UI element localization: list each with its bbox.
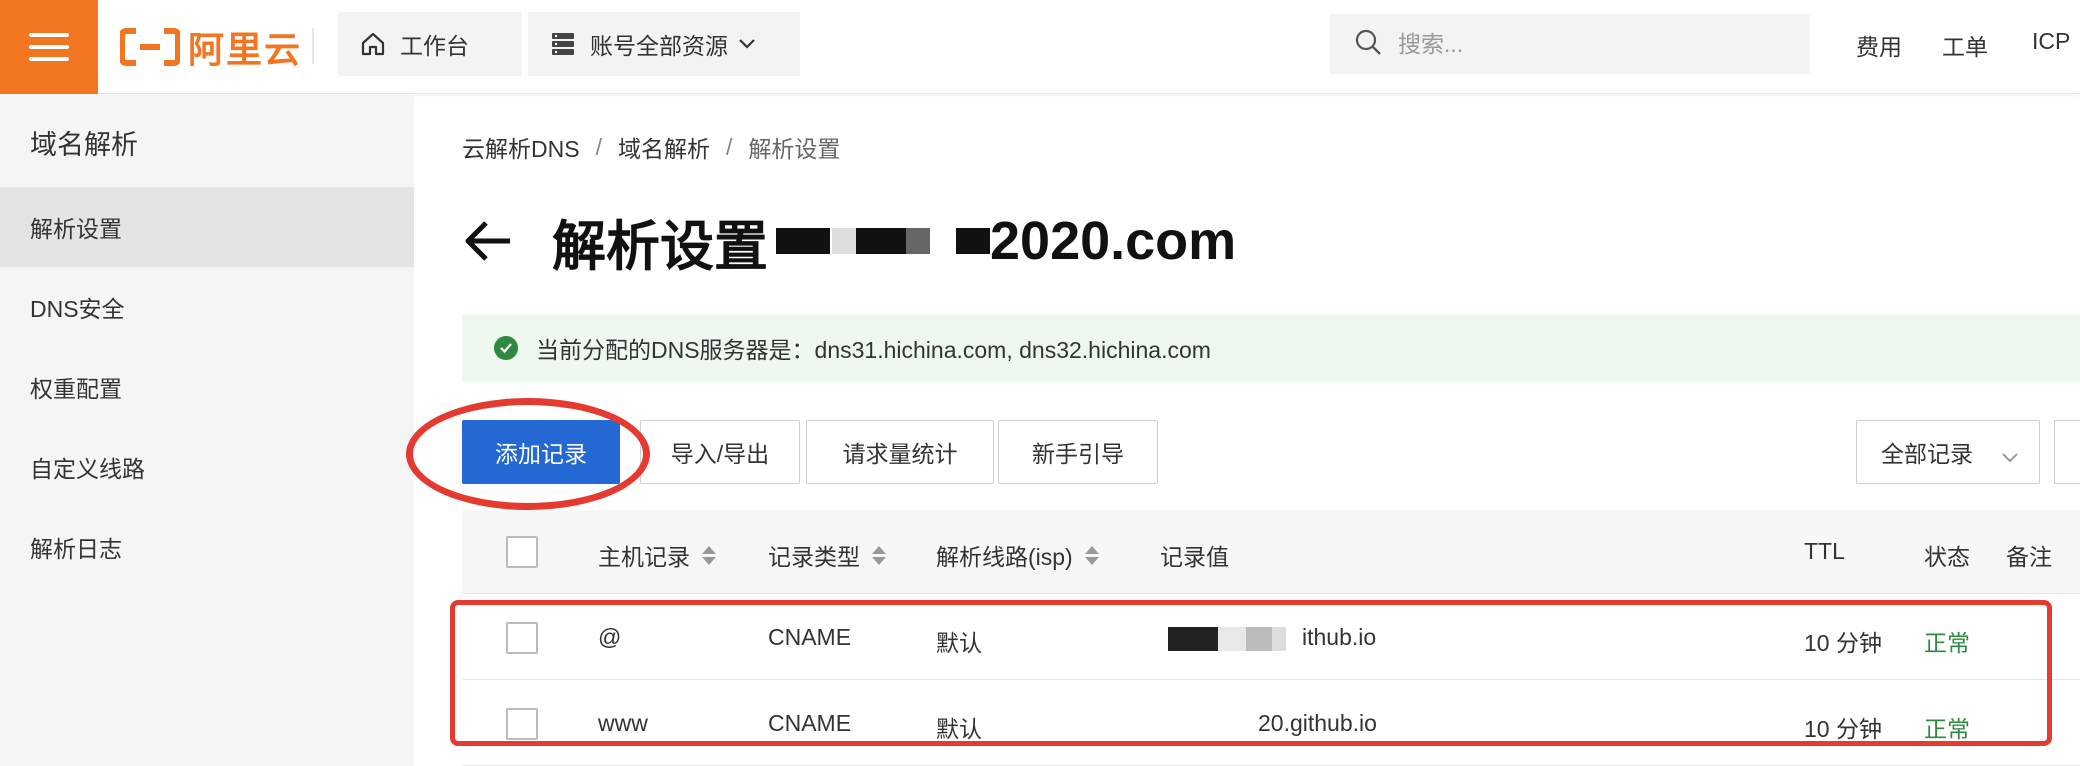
server-icon bbox=[550, 31, 576, 57]
sidebar-item-weight-config[interactable]: 权重配置 bbox=[0, 347, 414, 427]
column-host-label: 主机记录 bbox=[598, 544, 690, 570]
add-record-button[interactable]: 添加记录 bbox=[462, 420, 620, 484]
aliyun-logo-icon bbox=[120, 28, 180, 66]
icp-link[interactable]: ICP bbox=[2032, 28, 2070, 55]
redacted-block bbox=[832, 228, 856, 254]
column-type[interactable]: 记录类型 bbox=[768, 538, 886, 572]
redacted-block bbox=[956, 228, 990, 254]
home-icon bbox=[360, 31, 386, 57]
check-circle-icon bbox=[494, 336, 518, 360]
cell-type: CNAME bbox=[768, 624, 852, 650]
table-header: 主机记录 记录类型 解析线路(isp) 记录值 TTL 状态 备注 bbox=[462, 510, 2080, 594]
breadcrumb: 云解析DNS / 域名解析 / 解析设置 bbox=[462, 130, 840, 164]
request-stats-button[interactable]: 请求量统计 bbox=[806, 420, 994, 484]
search-field-edge[interactable] bbox=[2054, 420, 2080, 484]
sidebar-item-custom-lines[interactable]: 自定义线路 bbox=[0, 427, 414, 507]
workbench-button[interactable]: 工作台 bbox=[338, 12, 522, 76]
sidebar-title: 域名解析 bbox=[30, 130, 138, 160]
redacted-block bbox=[856, 228, 906, 254]
dns-server-notice: 当前分配的DNS服务器是：dns31.hichina.com, dns32.hi… bbox=[462, 314, 2080, 382]
record-filter-dropdown[interactable]: 全部记录 bbox=[1856, 420, 2040, 484]
redacted-block bbox=[906, 228, 930, 254]
divider bbox=[312, 28, 314, 64]
chevron-down-icon bbox=[738, 38, 756, 50]
table-row: www CNAME 默认 20.github.io 10 分钟 正常 bbox=[462, 680, 2080, 766]
beginner-guide-button[interactable]: 新手引导 bbox=[998, 420, 1158, 484]
sort-icon bbox=[1084, 545, 1099, 565]
sidebar-item-label: DNS安全 bbox=[30, 296, 125, 322]
column-line-label: 解析线路(isp) bbox=[936, 544, 1073, 570]
cell-ttl: 10 分钟 bbox=[1804, 630, 1882, 656]
workbench-label: 工作台 bbox=[400, 33, 469, 59]
sort-icon bbox=[702, 545, 716, 565]
table-row: @ CNAME 默认 ithub.io 10 分钟 正常 bbox=[462, 594, 2080, 680]
search-icon bbox=[1354, 28, 1382, 61]
row-checkbox[interactable] bbox=[506, 622, 538, 654]
search-input[interactable] bbox=[1398, 30, 1778, 58]
column-host[interactable]: 主机记录 bbox=[598, 538, 716, 572]
column-value: 记录值 bbox=[1160, 544, 1229, 570]
row-checkbox[interactable] bbox=[506, 708, 538, 740]
cell-host: @ bbox=[598, 624, 622, 650]
cell-value: ithub.io bbox=[1302, 624, 1377, 650]
record-filter-label: 全部记录 bbox=[1881, 441, 1973, 467]
brand-name: 阿里云 bbox=[188, 29, 303, 70]
sidebar-item-resolution-settings[interactable]: 解析设置 bbox=[0, 187, 414, 267]
resources-label: 账号全部资源 bbox=[590, 33, 728, 59]
breadcrumb-separator: / bbox=[725, 133, 733, 160]
breadcrumb-cloud-dns[interactable]: 云解析DNS bbox=[462, 130, 580, 164]
billing-link[interactable]: 费用 bbox=[1856, 28, 1902, 62]
aliyun-logo[interactable]: 阿里云 bbox=[120, 22, 302, 72]
page-title: 解析设置 2020.com bbox=[552, 202, 1236, 281]
menu-icon bbox=[29, 33, 69, 61]
sidebar-item-label: 权重配置 bbox=[30, 376, 122, 402]
column-status: 状态 bbox=[1924, 544, 1970, 570]
sidebar: 域名解析 解析设置 DNS安全 权重配置 自定义线路 解析日志 bbox=[0, 95, 414, 766]
redacted-block bbox=[776, 228, 830, 254]
cell-type: CNAME bbox=[768, 710, 852, 736]
sidebar-item-dns-security[interactable]: DNS安全 bbox=[0, 267, 414, 347]
ticket-link[interactable]: 工单 bbox=[1942, 28, 1988, 62]
cell-status: 正常 bbox=[1924, 630, 1970, 656]
top-navbar: 阿里云 工作台 账号全部资源 费用 工单 ICP bbox=[0, 0, 2080, 94]
sidebar-item-label: 解析设置 bbox=[30, 216, 122, 242]
page-title-domain: 2020.com bbox=[990, 211, 1237, 271]
chevron-down-icon bbox=[2001, 443, 2019, 470]
sort-icon bbox=[872, 545, 886, 565]
cell-value: 20.github.io bbox=[1258, 710, 1377, 736]
column-remark: 备注 bbox=[2006, 544, 2052, 570]
cell-ttl: 10 分钟 bbox=[1804, 716, 1882, 742]
redacted-block bbox=[1168, 624, 1286, 651]
sidebar-item-label: 自定义线路 bbox=[30, 456, 145, 482]
cell-status: 正常 bbox=[1924, 716, 1970, 742]
cell-host: www bbox=[598, 710, 648, 736]
import-export-button[interactable]: 导入/导出 bbox=[640, 420, 800, 484]
cell-line: 默认 bbox=[936, 716, 982, 742]
page-header: 解析设置 2020.com bbox=[462, 206, 1236, 277]
breadcrumb-separator: / bbox=[595, 133, 602, 160]
column-line[interactable]: 解析线路(isp) bbox=[936, 538, 1099, 572]
account-resources-dropdown[interactable]: 账号全部资源 bbox=[528, 12, 800, 76]
breadcrumb-current: 解析设置 bbox=[748, 136, 841, 162]
column-ttl: TTL bbox=[1804, 538, 1845, 564]
breadcrumb-domain-resolution[interactable]: 域名解析 bbox=[618, 130, 710, 164]
sidebar-item-label: 解析日志 bbox=[30, 536, 122, 562]
global-search[interactable] bbox=[1330, 14, 1810, 74]
page-title-text: 解析设置 bbox=[552, 216, 768, 277]
select-all-checkbox[interactable] bbox=[506, 536, 538, 568]
sidebar-item-resolution-logs[interactable]: 解析日志 bbox=[0, 507, 414, 587]
column-type-label: 记录类型 bbox=[768, 544, 860, 570]
dns-server-text: 当前分配的DNS服务器是：dns31.hichina.com, dns32.hi… bbox=[536, 337, 1211, 363]
cell-line: 默认 bbox=[936, 630, 982, 656]
back-arrow-icon[interactable] bbox=[462, 214, 516, 268]
hamburger-menu-button[interactable] bbox=[0, 0, 98, 94]
